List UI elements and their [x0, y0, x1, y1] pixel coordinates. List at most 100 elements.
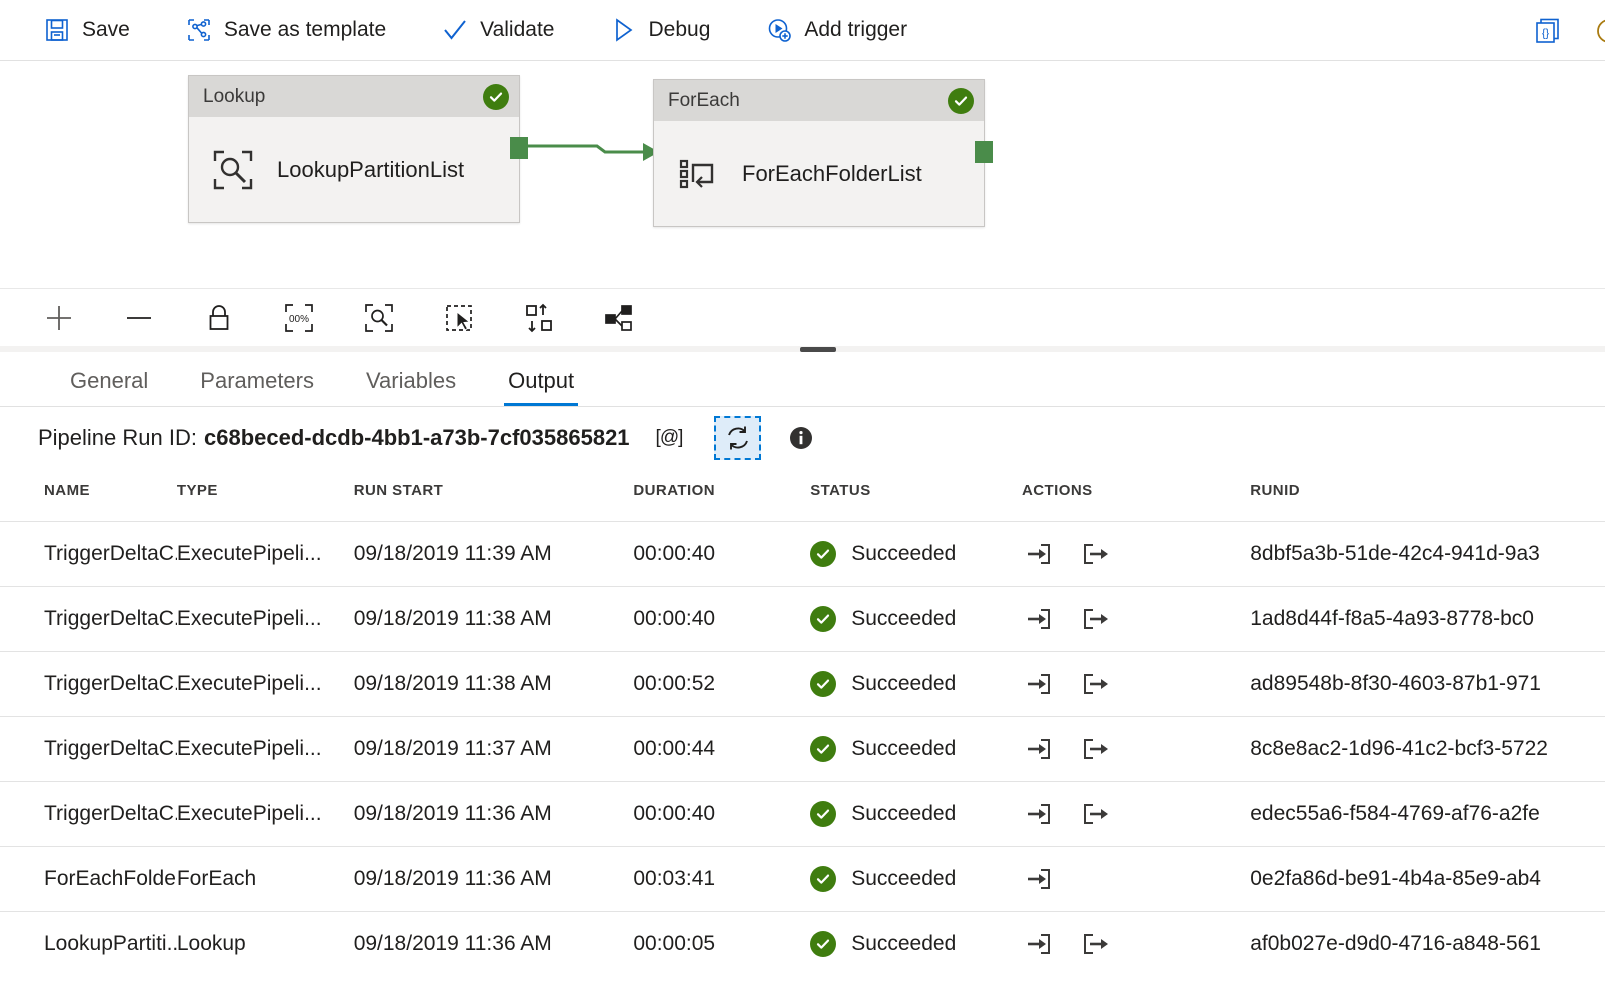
- cell-status: Succeeded: [810, 587, 1022, 652]
- column-header-runstart[interactable]: RUN START: [354, 468, 634, 522]
- cell-type: ExecutePipeli...: [177, 717, 354, 782]
- zoom-100-button[interactable]: 00%: [278, 297, 320, 339]
- zoom-in-button[interactable]: [38, 297, 80, 339]
- save-button[interactable]: Save: [44, 8, 146, 52]
- help-circle-button[interactable]: [1591, 13, 1605, 49]
- cell-runid: 1ad8d44f-f8a5-4a93-8778-bc0: [1250, 587, 1605, 652]
- view-input-button[interactable]: [1022, 798, 1054, 830]
- view-input-button[interactable]: [1022, 928, 1054, 960]
- view-output-button[interactable]: [1080, 733, 1112, 765]
- panel-drag-handle[interactable]: [800, 347, 836, 352]
- pipeline-run-id-label: Pipeline Run ID:: [38, 425, 197, 451]
- table-row[interactable]: TriggerDeltaC...ExecutePipeli...09/18/20…: [0, 717, 1605, 782]
- help-circle-icon: [1595, 17, 1605, 45]
- activity-type-label: Lookup: [203, 86, 483, 108]
- view-input-button[interactable]: [1022, 538, 1054, 570]
- input-arrow-icon: [1024, 800, 1052, 828]
- column-header-duration[interactable]: DURATION: [633, 468, 810, 522]
- zoom-in-plus-icon: [42, 301, 76, 335]
- column-header-runid[interactable]: RUNID: [1250, 468, 1605, 522]
- zoom-to-fit-icon: [362, 301, 396, 335]
- canvas-tool-strip: 00%: [0, 289, 1605, 352]
- view-input-button[interactable]: [1022, 863, 1054, 895]
- activity-node-foreach[interactable]: ForEach ForEachFolde: [653, 79, 985, 227]
- status-badge: Succeeded: [851, 802, 956, 826]
- view-output-button[interactable]: [1080, 798, 1112, 830]
- cell-status: Succeeded: [810, 522, 1022, 587]
- tab-variables[interactable]: Variables: [340, 368, 482, 406]
- view-input-button[interactable]: [1022, 733, 1054, 765]
- activity-node-header: ForEach: [654, 80, 984, 121]
- marquee-select-button[interactable]: [438, 297, 480, 339]
- cell-duration: 00:00:40: [633, 782, 810, 847]
- input-arrow-icon: [1024, 930, 1052, 958]
- auto-layout-button[interactable]: [598, 297, 640, 339]
- column-header-type[interactable]: TYPE: [177, 468, 354, 522]
- input-arrow-icon: [1024, 735, 1052, 763]
- tab-output[interactable]: Output: [482, 368, 600, 406]
- status-success-icon: [810, 931, 836, 957]
- table-row[interactable]: TriggerDeltaC...ExecutePipeli...09/18/20…: [0, 522, 1605, 587]
- node-output-port[interactable]: [975, 141, 993, 163]
- detail-panel-tabs: General Parameters Variables Output: [0, 352, 1605, 407]
- save-icon: [44, 17, 70, 43]
- debug-play-icon: [610, 17, 636, 43]
- cell-name: TriggerDeltaC...: [0, 717, 177, 782]
- refresh-button[interactable]: [714, 416, 761, 460]
- cell-name: TriggerDeltaC...: [0, 522, 177, 587]
- activity-node-header: Lookup: [189, 76, 519, 117]
- view-output-button[interactable]: [1080, 928, 1112, 960]
- output-arrow-icon: [1082, 670, 1110, 698]
- table-row[interactable]: ForEachFolde...ForEach09/18/2019 11:36 A…: [0, 847, 1605, 912]
- pipeline-canvas[interactable]: Lookup LookupPartitionList: [0, 61, 1605, 289]
- lock-icon: [202, 301, 236, 335]
- view-input-button[interactable]: [1022, 668, 1054, 700]
- save-label: Save: [82, 18, 130, 42]
- marquee-select-icon: [442, 301, 476, 335]
- validate-button[interactable]: Validate: [442, 8, 570, 52]
- info-button[interactable]: [787, 424, 815, 452]
- zoom-to-fit-button[interactable]: [358, 297, 400, 339]
- save-as-template-button[interactable]: Save as template: [186, 8, 402, 52]
- copy-runid-icon[interactable]: [@]: [656, 427, 683, 449]
- add-trigger-icon: [766, 17, 792, 43]
- zoom-out-button[interactable]: [118, 297, 160, 339]
- output-arrow-icon: [1082, 540, 1110, 568]
- table-row[interactable]: TriggerDeltaC...ExecutePipeli...09/18/20…: [0, 652, 1605, 717]
- success-check-icon: [948, 88, 974, 114]
- view-output-button[interactable]: [1080, 603, 1112, 635]
- column-header-status[interactable]: STATUS: [810, 468, 1022, 522]
- cell-run-start: 09/18/2019 11:37 AM: [354, 717, 634, 782]
- input-arrow-icon: [1024, 540, 1052, 568]
- tab-general[interactable]: General: [44, 368, 174, 406]
- table-row[interactable]: LookupPartiti...Lookup09/18/2019 11:36 A…: [0, 912, 1605, 977]
- auto-align-button[interactable]: [518, 297, 560, 339]
- column-header-name[interactable]: NAME: [0, 468, 177, 522]
- node-output-port[interactable]: [510, 137, 528, 159]
- cell-name: TriggerDeltaC...: [0, 652, 177, 717]
- view-output-button[interactable]: [1080, 538, 1112, 570]
- lock-canvas-button[interactable]: [198, 297, 240, 339]
- view-input-button[interactable]: [1022, 603, 1054, 635]
- table-header-row: NAME TYPE RUN START DURATION STATUS ACTI…: [0, 468, 1605, 522]
- tab-parameters[interactable]: Parameters: [174, 368, 340, 406]
- auto-align-icon: [522, 301, 556, 335]
- table-body: TriggerDeltaC...ExecutePipeli...09/18/20…: [0, 522, 1605, 977]
- code-json-button[interactable]: {}: [1529, 13, 1565, 49]
- view-output-button[interactable]: [1080, 668, 1112, 700]
- status-success-icon: [810, 736, 836, 762]
- table-row[interactable]: TriggerDeltaC...ExecutePipeli...09/18/20…: [0, 587, 1605, 652]
- status-success-icon: [810, 671, 836, 697]
- debug-button[interactable]: Debug: [610, 8, 726, 52]
- lookup-magnifier-icon: [211, 148, 255, 192]
- add-trigger-button[interactable]: Add trigger: [766, 8, 923, 52]
- table-row[interactable]: TriggerDeltaC...ExecutePipeli...09/18/20…: [0, 782, 1605, 847]
- input-arrow-icon: [1024, 670, 1052, 698]
- cell-run-start: 09/18/2019 11:39 AM: [354, 522, 634, 587]
- cell-actions: [1022, 717, 1250, 782]
- activity-node-lookup[interactable]: Lookup LookupPartitionList: [188, 75, 520, 223]
- cell-status: Succeeded: [810, 782, 1022, 847]
- status-badge: Succeeded: [851, 737, 956, 761]
- cell-actions: [1022, 587, 1250, 652]
- command-bar: Save Save as template Val: [0, 0, 1605, 61]
